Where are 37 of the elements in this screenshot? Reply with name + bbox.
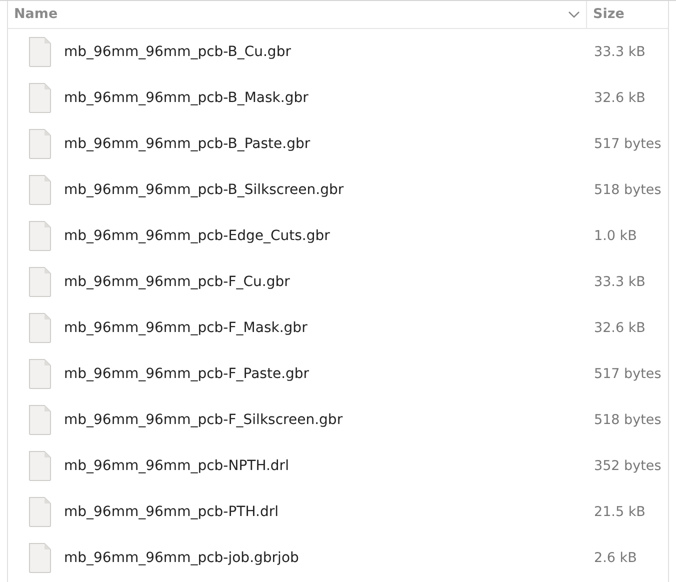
file-icon (28, 496, 52, 528)
file-name[interactable]: mb_96mm_96mm_pcb-B_Silkscreen.gbr (64, 180, 344, 200)
file-size: 32.6 kB (594, 90, 646, 106)
file-size: 518 bytes (594, 182, 662, 198)
file-icon (28, 36, 52, 68)
file-name[interactable]: mb_96mm_96mm_pcb-F_Paste.gbr (64, 364, 310, 384)
file-name[interactable]: mb_96mm_96mm_pcb-F_Silkscreen.gbr (64, 410, 343, 430)
file-name[interactable]: mb_96mm_96mm_pcb-B_Mask.gbr (64, 88, 308, 108)
file-icon (28, 266, 52, 298)
file-icon (28, 82, 52, 114)
file-size: 517 bytes (594, 366, 662, 382)
file-name[interactable]: mb_96mm_96mm_pcb-F_Mask.gbr (64, 318, 308, 338)
file-size: 518 bytes (594, 412, 662, 428)
file-name[interactable]: mb_96mm_96mm_pcb-B_Cu.gbr (64, 42, 291, 62)
file-icon (28, 358, 52, 390)
file-size: 1.0 kB (594, 228, 637, 244)
file-size: 21.5 kB (594, 504, 646, 520)
file-name[interactable]: mb_96mm_96mm_pcb-B_Paste.gbr (64, 134, 310, 154)
file-size: 33.3 kB (594, 44, 646, 60)
file-size: 33.3 kB (594, 274, 646, 290)
file-icon (28, 542, 52, 574)
file-name[interactable]: mb_96mm_96mm_pcb-job.gbrjob (64, 548, 299, 568)
file-size: 2.6 kB (594, 550, 637, 566)
file-size: 352 bytes (594, 458, 662, 474)
file-size: 517 bytes (594, 136, 662, 152)
file-icon (28, 220, 52, 252)
file-name[interactable]: mb_96mm_96mm_pcb-NPTH.drl (64, 456, 289, 476)
file-icon (28, 450, 52, 482)
file-size: 32.6 kB (594, 320, 646, 336)
file-icon (28, 128, 52, 160)
file-name[interactable]: mb_96mm_96mm_pcb-F_Cu.gbr (64, 272, 290, 292)
file-icon (28, 404, 52, 436)
file-name[interactable]: mb_96mm_96mm_pcb-Edge_Cuts.gbr (64, 226, 330, 246)
file-icon (28, 312, 52, 344)
file-name[interactable]: mb_96mm_96mm_pcb-PTH.drl (64, 502, 278, 522)
file-icon (28, 174, 52, 206)
sort-caret-icon[interactable] (568, 11, 580, 18)
